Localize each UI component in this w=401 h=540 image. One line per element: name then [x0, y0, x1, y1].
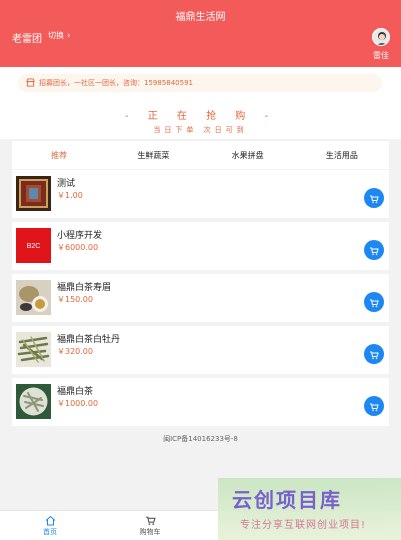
tabbar-home-label: 首页 — [43, 528, 57, 536]
tab-fruit-platter[interactable]: 水果拼盘 — [201, 150, 295, 161]
tabbar-cart[interactable]: 购物车 — [120, 515, 180, 537]
tabbar-cart-label: 购物车 — [139, 528, 161, 536]
cart-icon — [369, 345, 379, 364]
product-price: ￥1.00 — [57, 191, 83, 200]
cart-icon — [369, 189, 379, 208]
icp-license[interactable]: 闽ICP备14016233号-8 — [0, 434, 401, 444]
product-item[interactable]: 福鼎白茶白牡丹 ￥320.00 — [12, 326, 389, 374]
switch-label: 切换 — [48, 31, 64, 40]
add-to-cart-button[interactable] — [364, 396, 384, 416]
product-item[interactable]: 福鼎白茶 ￥1000.00 — [12, 378, 389, 426]
product-item[interactable]: 福鼎白茶寿眉 ￥150.00 — [12, 274, 389, 322]
home-icon — [20, 515, 80, 527]
product-item[interactable]: B2C 小程序开发 ￥6000.00 — [12, 222, 389, 270]
tea-leaves-image — [16, 332, 51, 367]
b2c-image: B2C — [16, 228, 51, 263]
tabbar-home[interactable]: 首页 — [20, 515, 80, 537]
notice-bar[interactable]: 招募团长，一社区一团长，咨询：15985840591 — [18, 74, 382, 92]
frame-image — [16, 176, 51, 211]
product-price: ￥1000.00 — [57, 399, 99, 408]
app-title: 福鼎生活网 — [175, 12, 226, 23]
rush-subtitle: 当日下单 次日可到 — [153, 126, 248, 134]
product-price: ￥320.00 — [57, 347, 93, 356]
chevron-right-icon: › — [67, 30, 71, 41]
add-to-cart-button[interactable] — [364, 188, 384, 208]
product-price: ￥150.00 — [57, 295, 93, 304]
header-bar: 福鼎生活网 老雷团 切换 › 雷佳 — [0, 0, 401, 67]
avatar[interactable] — [372, 28, 390, 46]
watermark-main: 云创项目库 — [232, 488, 342, 512]
switch-button[interactable]: 切换 › — [48, 30, 71, 41]
tea-cup-image — [16, 280, 51, 315]
watermark-logo: 云创项目库 专注分享互联网创业项目! — [218, 478, 401, 540]
tab-recommend[interactable]: 推荐 — [12, 150, 106, 161]
category-tabs: 推荐 生鲜蔬菜 水果拼盘 生活用品 — [12, 141, 389, 169]
product-item[interactable]: 测试 ￥1.00 — [12, 170, 389, 218]
rush-section: - 正 在 抢 购 - 当日下单 次日可到 — [0, 101, 401, 139]
shop-icon — [26, 77, 35, 89]
product-name: 福鼎白茶 — [57, 387, 94, 397]
cart-icon — [369, 397, 379, 416]
watermark-sub: 专注分享互联网创业项目! — [240, 520, 367, 531]
add-to-cart-button[interactable] — [364, 344, 384, 364]
b2c-text: B2C — [27, 243, 41, 250]
product-name: 福鼎白茶寿眉 — [57, 283, 112, 293]
tea-bowl-image — [16, 384, 51, 419]
product-name: 测试 — [57, 179, 76, 189]
cart-icon — [120, 515, 180, 527]
product-name: 福鼎白茶白牡丹 — [57, 335, 121, 345]
product-price: ￥6000.00 — [57, 243, 99, 252]
tab-fresh-vegetables[interactable]: 生鲜蔬菜 — [106, 150, 200, 161]
notice-text: 招募团长，一社区一团长，咨询：15985840591 — [39, 79, 193, 87]
add-to-cart-button[interactable] — [364, 240, 384, 260]
cart-icon — [369, 293, 379, 312]
add-to-cart-button[interactable] — [364, 292, 384, 312]
product-list: 测试 ￥1.00 B2C 小程序开发 ￥6000.00 福鼎白茶寿眉 ￥150.… — [12, 170, 389, 430]
notice-section: 招募团长，一社区一团长，咨询：15985840591 — [0, 67, 401, 101]
avatar-name: 雷佳 — [373, 51, 389, 60]
group-leader-name: 老雷团 — [12, 34, 42, 45]
tab-daily-goods[interactable]: 生活用品 — [295, 150, 389, 161]
cart-icon — [369, 241, 379, 260]
product-name: 小程序开发 — [57, 231, 103, 241]
rush-title: - 正 在 抢 购 - — [124, 111, 277, 122]
